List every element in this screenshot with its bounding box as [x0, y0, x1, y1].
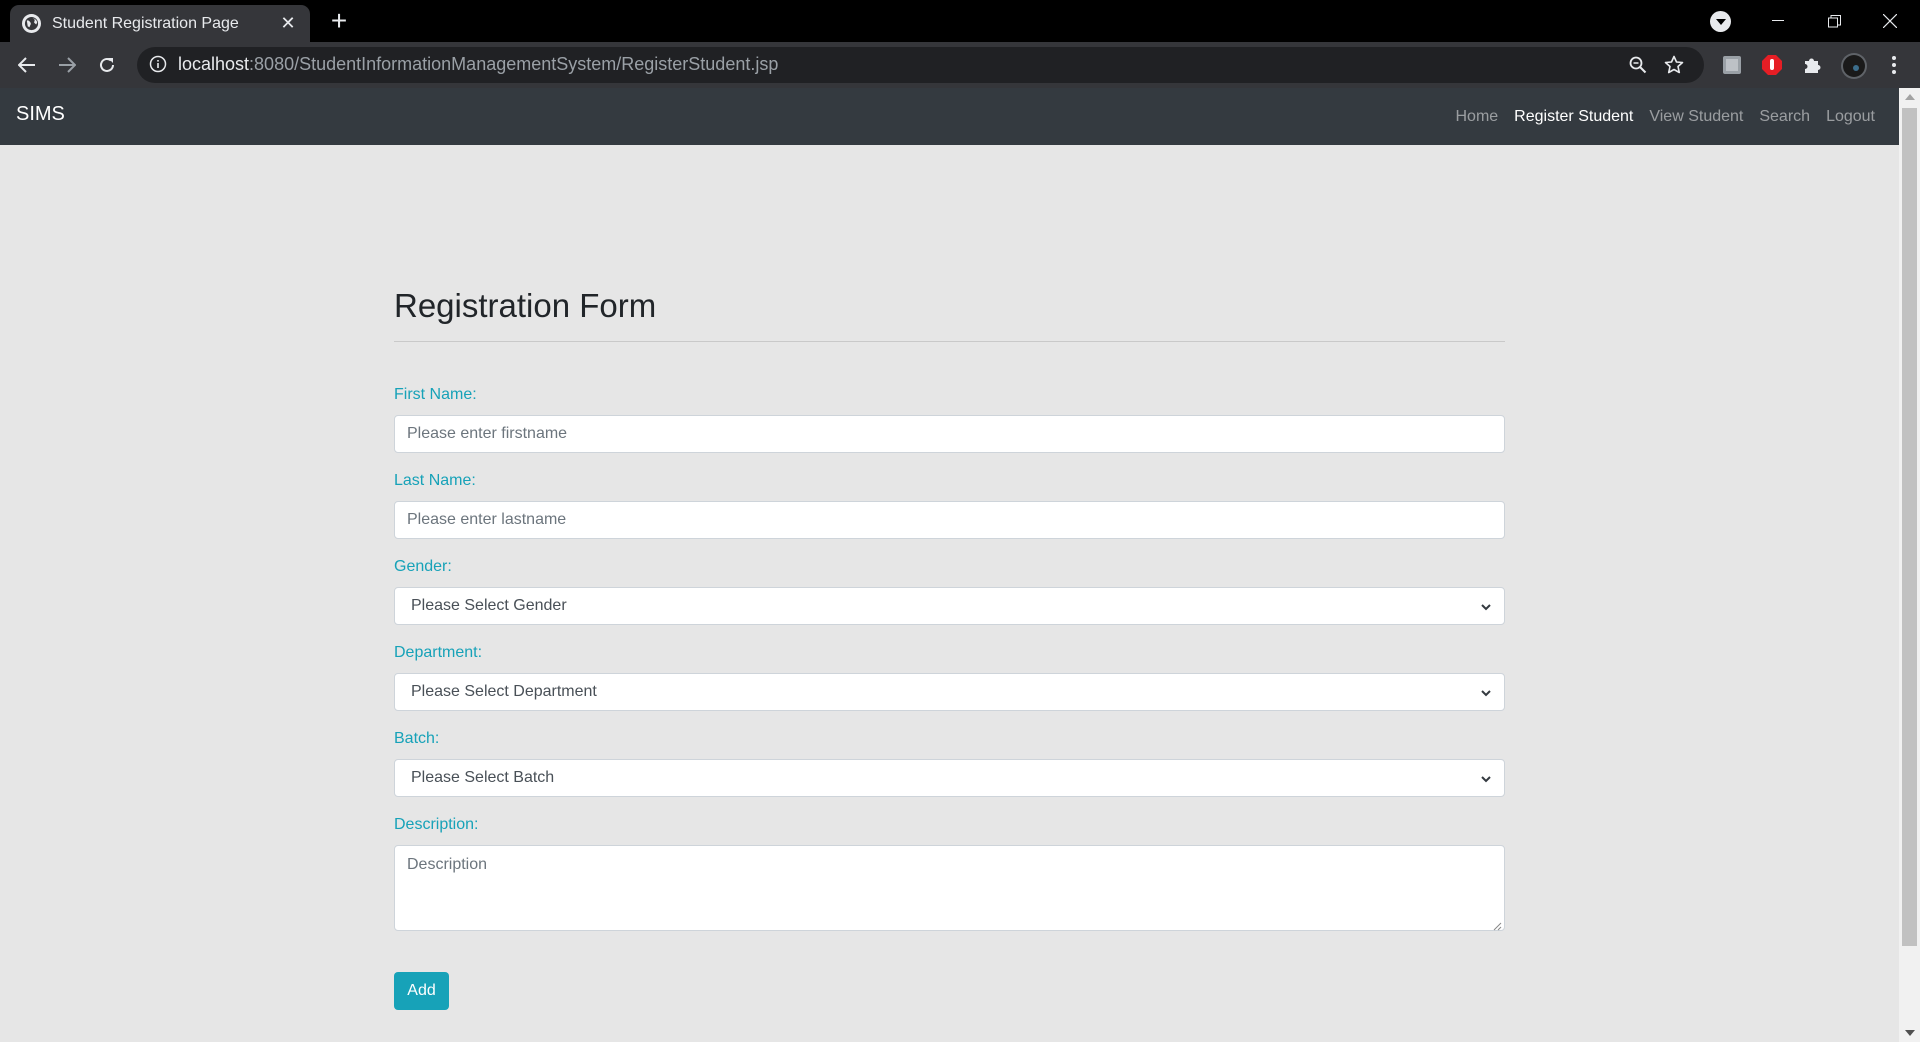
batch-select[interactable]: Please Select Batch	[394, 759, 1505, 797]
zoom-icon[interactable]	[1626, 53, 1650, 77]
nav-logout[interactable]: Logout	[1826, 108, 1875, 126]
divider	[394, 341, 1505, 342]
nav-register-student[interactable]: Register Student	[1514, 108, 1633, 126]
description-label: Description:	[394, 816, 479, 833]
description-placeholder: Description	[407, 856, 488, 873]
minimize-icon[interactable]	[1750, 0, 1806, 42]
nav-view-student[interactable]: View Student	[1649, 108, 1743, 126]
department-label: Department:	[394, 644, 483, 661]
last-name-label: Last Name:	[394, 472, 476, 489]
batch-label: Batch:	[394, 730, 440, 747]
resize-handle-icon[interactable]	[1492, 918, 1502, 931]
puzzle-icon[interactable]	[1800, 53, 1824, 77]
gender-select[interactable]: Please Select Gender	[394, 587, 1505, 625]
chevron-down-icon	[1480, 600, 1492, 612]
gender-selected-value: Please Select Gender	[411, 597, 567, 614]
page-viewport: SIMS Home Register Student View Student …	[0, 88, 1920, 1042]
page-title: Registration Form	[394, 287, 657, 324]
scroll-up-icon[interactable]	[1905, 94, 1915, 100]
first-name-label: First Name:	[394, 386, 477, 403]
add-button[interactable]: Add	[394, 972, 449, 1010]
chevron-down-icon	[1480, 772, 1492, 784]
scroll-down-icon[interactable]	[1905, 1030, 1915, 1036]
gender-label: Gender:	[394, 558, 452, 575]
nav-search[interactable]: Search	[1759, 108, 1810, 126]
app-navbar: SIMS Home Register Student View Student …	[0, 88, 1899, 145]
plus-icon[interactable]: +	[325, 7, 353, 35]
info-icon[interactable]	[149, 55, 169, 75]
star-icon[interactable]	[1662, 53, 1686, 77]
reload-icon[interactable]	[92, 50, 122, 80]
batch-selected-value: Please Select Batch	[411, 769, 555, 786]
avatar[interactable]	[1840, 52, 1868, 80]
menu-icon[interactable]	[1882, 53, 1906, 77]
department-select[interactable]: Please Select Department	[394, 673, 1505, 711]
browser-tab[interactable]: Student Registration Page ✕	[10, 5, 310, 42]
browser-toolbar: localhost:8080/StudentInformationManagem…	[0, 42, 1920, 88]
window-close-icon[interactable]	[1862, 0, 1918, 42]
brand-logo[interactable]: SIMS	[16, 103, 65, 126]
close-icon[interactable]: ✕	[278, 13, 298, 34]
adblock-extension-icon[interactable]	[1760, 53, 1784, 77]
nav-links: Home Register Student View Student Searc…	[1439, 88, 1875, 145]
chevron-down-icon	[1480, 686, 1492, 698]
url-text[interactable]: localhost:8080/StudentInformationManagem…	[178, 54, 778, 75]
nav-home[interactable]: Home	[1455, 108, 1498, 126]
forward-icon[interactable]	[52, 50, 82, 80]
back-icon[interactable]	[12, 50, 42, 80]
last-name-input[interactable]: Please enter lastname	[394, 501, 1505, 539]
description-textarea[interactable]: Description	[394, 845, 1505, 931]
scrollbar[interactable]	[1899, 88, 1920, 1042]
restore-icon[interactable]	[1806, 0, 1862, 42]
extension-icon[interactable]	[1720, 53, 1744, 77]
first-name-input[interactable]: Please enter firstname	[394, 415, 1505, 453]
address-bar[interactable]: localhost:8080/StudentInformationManagem…	[137, 47, 1704, 83]
scrollbar-thumb[interactable]	[1902, 108, 1917, 946]
tab-title: Student Registration Page	[52, 14, 239, 32]
globe-icon	[22, 14, 41, 33]
profile-dropdown-icon[interactable]	[1710, 11, 1731, 32]
department-selected-value: Please Select Department	[411, 683, 597, 700]
tab-strip: Student Registration Page ✕ +	[0, 0, 1920, 42]
